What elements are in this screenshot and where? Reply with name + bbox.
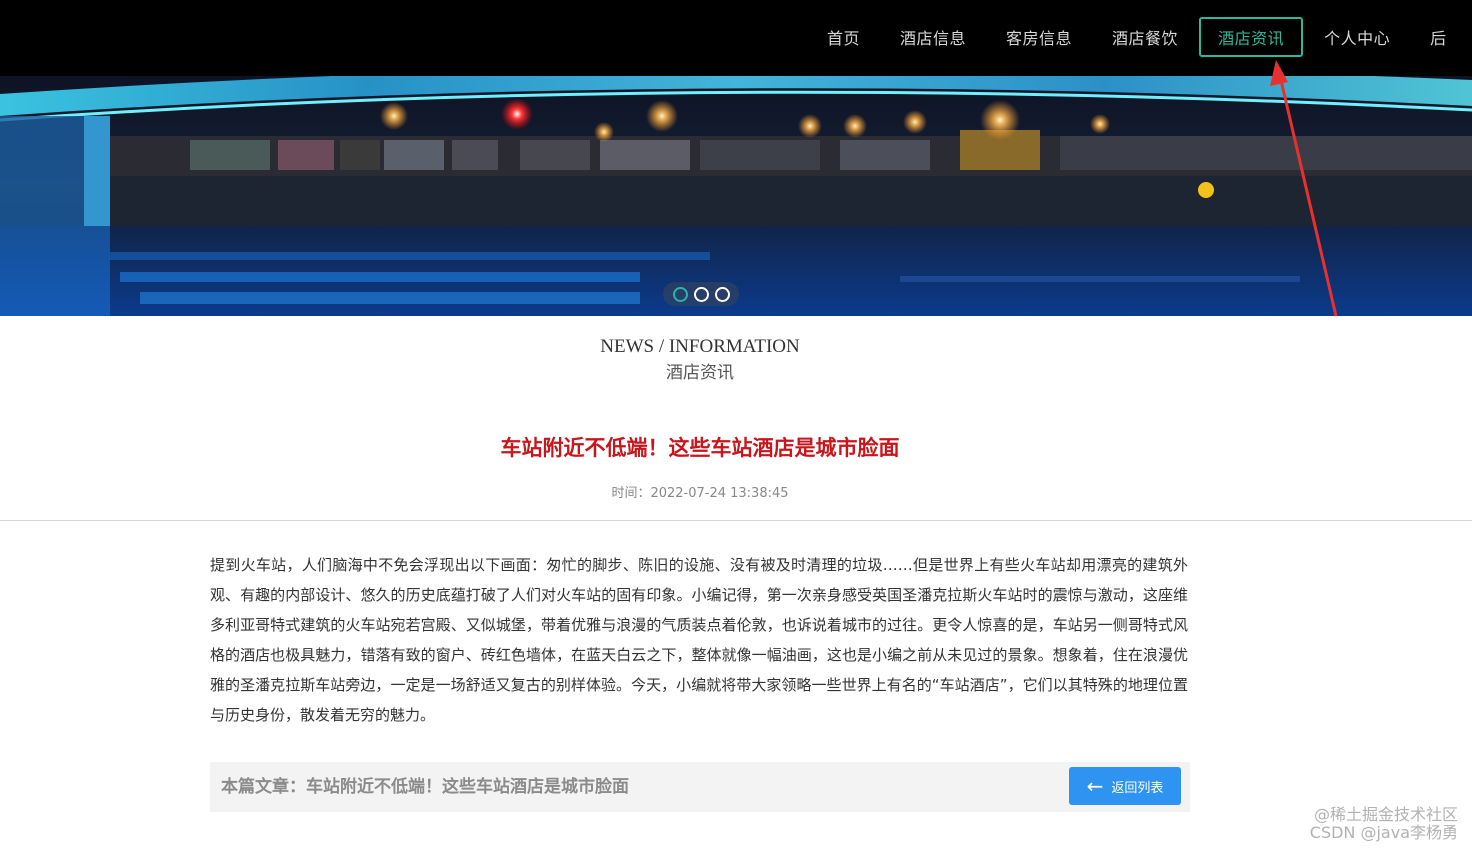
watermark-line-1: @稀土掘金技术社区 xyxy=(1313,805,1458,824)
nav-item-backend[interactable]: 后 xyxy=(1411,17,1466,57)
banner-night-river-image xyxy=(0,76,1472,316)
nav-item-hotel-info[interactable]: 酒店信息 xyxy=(881,17,985,57)
watermark-line-2: CSDN @java李杨勇 xyxy=(1309,823,1458,842)
divider xyxy=(0,520,1472,521)
back-to-list-button[interactable]: ← 返回列表 xyxy=(1069,767,1181,805)
nav-item-hotel-news[interactable]: 酒店资讯 xyxy=(1199,17,1304,57)
nav-item-dining[interactable]: 酒店餐饮 xyxy=(1093,17,1197,57)
watermark: @稀土掘金技术社区 CSDN @java李杨勇 xyxy=(1310,806,1458,842)
main-nav: 首页 酒店信息 客房信息 酒店餐饮 酒店资讯 个人中心 后 xyxy=(808,17,1468,57)
carousel-indicators xyxy=(663,282,739,306)
nav-item-home[interactable]: 首页 xyxy=(808,17,879,57)
article-timestamp: 时间：2022-07-24 13:38:45 xyxy=(611,486,789,501)
section-title-cn: 酒店资讯 xyxy=(666,363,734,383)
section-title-en: NEWS / INFORMATION xyxy=(600,336,800,357)
top-navigation-bar: 首页 酒店信息 客房信息 酒店餐饮 酒店资讯 个人中心 后 xyxy=(0,0,1472,76)
carousel-dot-2[interactable] xyxy=(693,286,709,302)
article-title: 车站附近不低端！这些车站酒店是城市脸面 xyxy=(500,436,900,460)
carousel-dot-3[interactable] xyxy=(714,286,730,302)
hero-banner-carousel[interactable] xyxy=(0,76,1472,316)
back-to-list-label: 返回列表 xyxy=(1111,780,1164,796)
nav-item-personal-center[interactable]: 个人中心 xyxy=(1305,17,1409,57)
carousel-dot-1[interactable] xyxy=(672,286,688,302)
current-article-label: 本篇文章：车站附近不低端！这些车站酒店是城市脸面 xyxy=(221,777,629,797)
article-footer-bar: 本篇文章：车站附近不低端！这些车站酒店是城市脸面 ← 返回列表 xyxy=(210,762,1190,812)
article-body: 提到火车站，人们脑海中不免会浮现出以下画面：匆忙的脚步、陈旧的设施、没有被及时清… xyxy=(210,556,1188,724)
arrow-left-icon: ← xyxy=(1086,774,1104,798)
nav-item-room-info[interactable]: 客房信息 xyxy=(987,17,1091,57)
